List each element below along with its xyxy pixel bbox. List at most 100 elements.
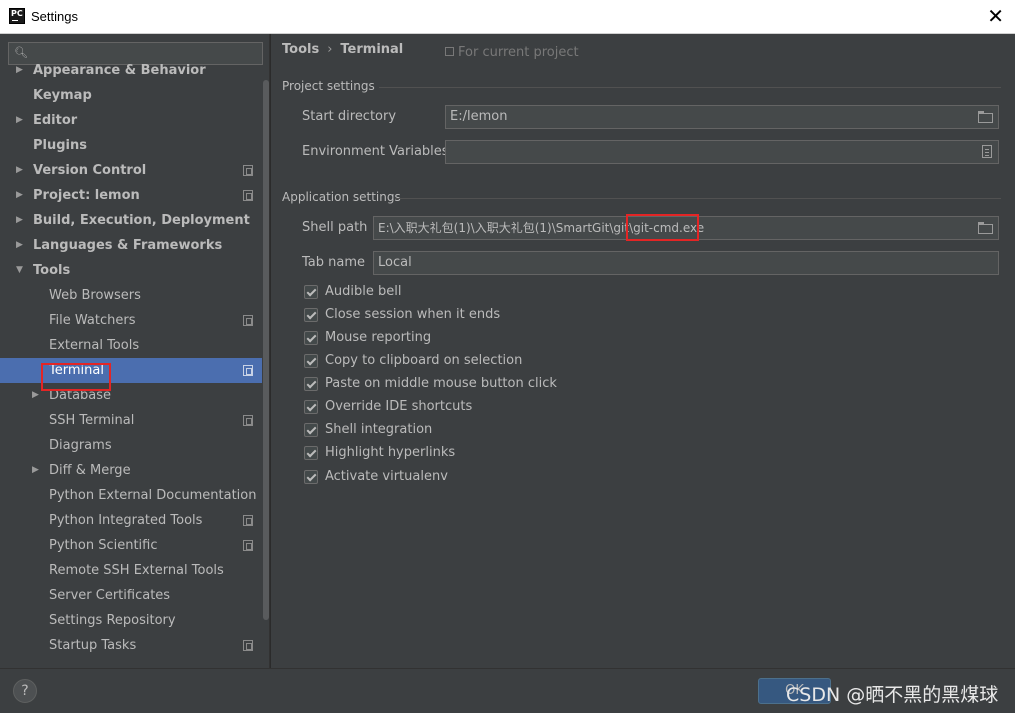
list-icon[interactable] [982,145,992,158]
sidebar-item-label: Settings Repository [49,613,176,628]
sidebar-item-tools[interactable]: ▼ Tools [0,258,262,283]
sidebar-item-label: Tools [33,263,71,278]
help-button[interactable]: ? [13,679,37,703]
project-level-icon [243,365,253,376]
close-icon[interactable]: ✕ [987,5,1004,27]
application-settings-title: Application settings [282,190,401,204]
sidebar-item-settings-repository[interactable]: Settings Repository [0,608,262,633]
folder-icon[interactable] [978,111,993,123]
sidebar-item-label: Build, Execution, Deployment [33,213,250,228]
project-level-icon [243,640,253,651]
collapsed-arrow-icon[interactable]: ▶ [16,233,23,258]
project-level-icon [243,315,253,326]
environment-variables-label: Environment Variables [302,144,449,159]
sidebar-item-plugins[interactable]: Plugins [0,133,262,158]
project-level-icon [243,540,253,551]
checkbox-label: Mouse reporting [325,330,432,345]
title-bar: PC Settings ✕ [0,0,1015,34]
checkbox-label: Activate virtualenv [325,469,448,484]
divider [395,198,1001,199]
collapsed-arrow-icon[interactable]: ▶ [32,458,39,483]
checkbox-label: Close session when it ends [325,307,501,322]
sidebar-item-build-execution-deployment[interactable]: ▶ Build, Execution, Deployment [0,208,262,233]
checkbox-checked-icon[interactable] [304,470,318,484]
sidebar-item-label: File Watchers [49,313,136,328]
checkbox-label: Copy to clipboard on selection [325,353,523,368]
sidebar-item-languages-frameworks[interactable]: ▶ Languages & Frameworks [0,233,262,258]
sidebar-item-external-tools[interactable]: External Tools [0,333,262,358]
sidebar-item-version-control[interactable]: ▶ Version Control [0,158,262,183]
sidebar-item-label: Project: lemon [33,188,140,203]
sidebar-scrollbar-thumb[interactable] [263,80,269,620]
sidebar-item-label: Diff & Merge [49,463,131,478]
sidebar-item-ssh-terminal[interactable]: SSH Terminal [0,408,262,433]
sidebar-item-server-certificates[interactable]: Server Certificates [0,583,262,608]
start-directory-field[interactable]: E:/lemon [445,105,999,129]
collapsed-arrow-icon[interactable]: ▶ [16,183,23,208]
sidebar-item-label: Python Scientific [49,538,158,553]
collapsed-arrow-icon[interactable]: ▶ [16,58,23,83]
watermark: CSDN @晒不黑的黑煤球 [786,684,999,706]
checkbox-label: Override IDE shortcuts [325,399,473,414]
breadcrumb-separator: › [327,42,333,57]
settings-sidebar: 🔍︎ ▶ Appearance & Behavior Keymap ▶ Editor Pl… [0,34,270,668]
sidebar-item-web-browsers[interactable]: Web Browsers [0,283,262,308]
divider [379,87,1001,88]
sidebar-item-appearance-behavior[interactable]: ▶ Appearance & Behavior [0,58,262,83]
collapsed-arrow-icon[interactable]: ▶ [16,158,23,183]
checkbox-checked-icon[interactable] [304,400,318,414]
sidebar-item-label: Languages & Frameworks [33,238,223,253]
terminal-settings-panel: Tools › Terminal For current project Proje… [271,34,1015,668]
pycharm-logo-icon: PC [9,8,25,24]
project-level-icon [243,415,253,426]
breadcrumb-current: Terminal [340,42,404,57]
dialog-footer: ? OK CSDN @晒不黑的黑煤球 [0,668,1015,713]
scope-label: For current project [445,45,579,60]
checkbox-checked-icon[interactable] [304,354,318,368]
sidebar-item-diagrams[interactable]: Diagrams [0,433,262,458]
sidebar-item-file-watchers[interactable]: File Watchers [0,308,262,333]
sidebar-item-editor[interactable]: ▶ Editor [0,108,262,133]
checkbox-checked-icon[interactable] [304,331,318,345]
project-level-icon [243,515,253,526]
collapsed-arrow-icon[interactable]: ▶ [16,208,23,233]
sidebar-item-label: Appearance & Behavior [33,63,206,78]
checkbox-label: Audible bell [325,284,402,299]
checkbox-checked-icon[interactable] [304,285,318,299]
sidebar-item-label: Startup Tasks [49,638,137,653]
sidebar-item-project-lemon[interactable]: ▶ Project: lemon [0,183,262,208]
collapsed-arrow-icon[interactable]: ▶ [16,108,23,133]
sidebar-item-python-external-documentation[interactable]: Python External Documentation [0,483,262,508]
sidebar-item-keymap[interactable]: Keymap [0,83,262,108]
environment-variables-field[interactable] [445,140,999,164]
sidebar-item-label: Server Certificates [49,588,171,603]
sidebar-scrollbar[interactable] [262,80,269,620]
shell-path-label: Shell path [302,220,368,235]
project-settings-title: Project settings [282,79,375,93]
collapsed-arrow-icon[interactable]: ▶ [32,383,39,408]
checkbox-label: Highlight hyperlinks [325,445,456,460]
checkbox-checked-icon[interactable] [304,423,318,437]
checkbox-checked-icon[interactable] [304,308,318,322]
sidebar-item-label: Version Control [33,163,147,178]
sidebar-item-label: SSH Terminal [49,413,135,428]
start-directory-label: Start directory [302,109,397,124]
sidebar-item-diff-merge[interactable]: ▶ Diff & Merge [0,458,262,483]
sidebar-item-startup-tasks[interactable]: Startup Tasks [0,633,262,658]
sidebar-item-terminal[interactable]: Terminal [0,358,262,383]
terminal-highlight-box [41,363,111,391]
sidebar-item-python-scientific[interactable]: Python Scientific [0,533,262,558]
sidebar-item-database[interactable]: ▶ Database [0,383,262,408]
sidebar-item-python-integrated-tools[interactable]: Python Integrated Tools [0,508,262,533]
sidebar-item-label: Keymap [33,88,92,103]
folder-icon[interactable] [978,222,993,234]
breadcrumb: Tools › Terminal [282,42,403,57]
checkbox-checked-icon[interactable] [304,446,318,460]
window-title: Settings [31,9,78,24]
tab-name-field[interactable]: Local [373,251,999,275]
sidebar-item-label: Python External Documentation [49,488,257,503]
expanded-arrow-icon[interactable]: ▼ [16,258,23,283]
breadcrumb-parent[interactable]: Tools [282,42,319,57]
sidebar-item-remote-ssh-external-tools[interactable]: Remote SSH External Tools [0,558,262,583]
checkbox-checked-icon[interactable] [304,377,318,391]
